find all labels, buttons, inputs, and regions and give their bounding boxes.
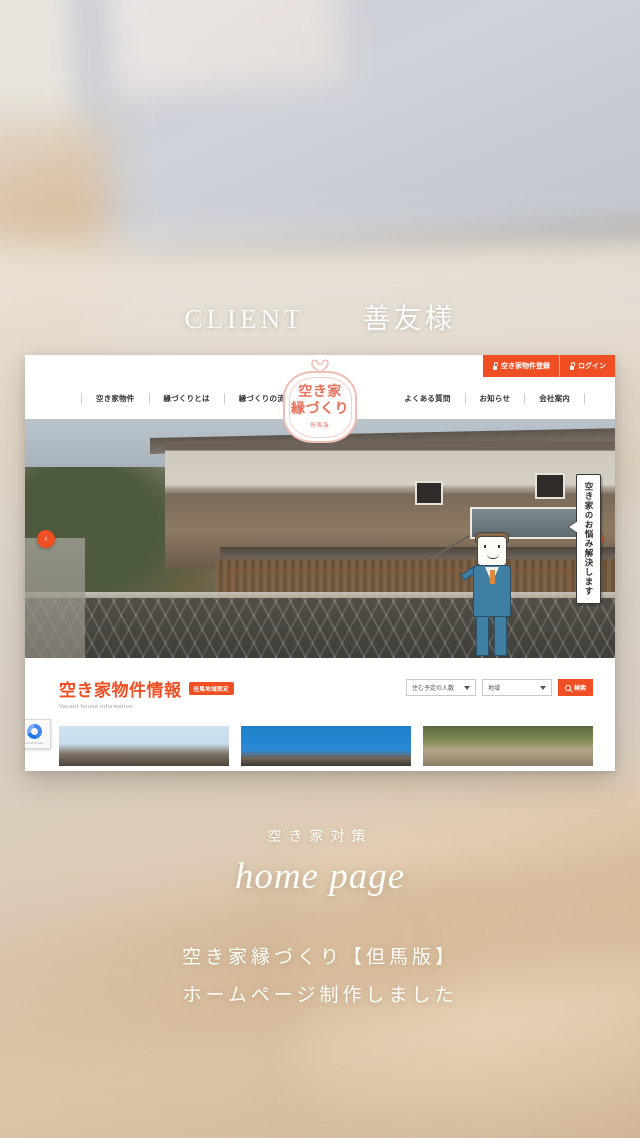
laptop-screen-highlight xyxy=(105,0,345,98)
property-card[interactable] xyxy=(241,726,411,766)
select-occupants[interactable]: 住む予定の人数 xyxy=(405,679,476,696)
property-section: 空き家物件情報 但馬地域限定 Vacant house information … xyxy=(25,658,615,771)
select-region[interactable]: 地域 xyxy=(481,679,552,696)
caption-line-2: ホームページ制作しました xyxy=(182,985,458,1006)
nav-divider xyxy=(584,393,585,404)
hero-road xyxy=(25,538,85,658)
site-logo[interactable]: 空き家 縁づくり 但馬版 xyxy=(283,357,357,443)
search-button[interactable]: 検索 xyxy=(557,679,593,696)
client-label: CLIENT xyxy=(184,304,305,334)
hero-carousel: ‹ › 空き家のお悩み解決します xyxy=(25,419,615,658)
mascot-head xyxy=(477,536,507,566)
property-card[interactable] xyxy=(59,726,229,766)
lock-icon xyxy=(492,362,499,370)
chevron-down-icon xyxy=(463,685,470,690)
property-header-row: 空き家物件情報 但馬地域限定 Vacant house information … xyxy=(59,676,593,710)
hero-window xyxy=(415,481,443,505)
nav-group-left: 空き家物件 縁づくりとは 縁づくりの流れ xyxy=(81,393,307,404)
logo-plate: 空き家 縁づくり 但馬版 xyxy=(283,371,357,443)
chevron-down-icon xyxy=(539,685,546,690)
nav-group-right: よくある質問 お知らせ 会社案内 xyxy=(390,393,585,404)
speech-bubble-text: 空き家のお悩み解決します xyxy=(584,482,594,596)
recaptcha-icon xyxy=(26,723,42,739)
select-region-value: 地域 xyxy=(487,686,500,692)
recaptcha-label: reCAPTCHA xyxy=(25,740,44,745)
login-button[interactable]: ログイン xyxy=(559,355,615,377)
nav-item-news[interactable]: お知らせ xyxy=(466,393,525,404)
speech-bubble-tail xyxy=(569,521,579,533)
nav-item-faq[interactable]: よくある質問 xyxy=(390,393,464,404)
mascot-leg-left xyxy=(476,616,489,656)
caption-script-title: home page xyxy=(234,856,406,897)
speech-bubble: 空き家のお悩み解決します xyxy=(569,474,601,604)
lock-icon xyxy=(569,362,576,370)
property-card[interactable] xyxy=(423,726,593,766)
chevron-left-icon: ‹ xyxy=(44,533,48,543)
select-occupants-value: 住む予定の人数 xyxy=(411,686,454,692)
nav-item-vacant-properties[interactable]: 空き家物件 xyxy=(82,393,149,404)
nav-item-company[interactable]: 会社案内 xyxy=(525,393,584,404)
auth-button-bar: 空き家物件登録 ログイン xyxy=(483,355,615,377)
mascot-eye-right xyxy=(498,545,500,548)
property-title: 空き家物件情報 xyxy=(59,681,182,700)
login-label: ログイン xyxy=(578,363,606,370)
property-card-list xyxy=(59,726,593,766)
site-header: 空き家物件登録 ログイン 空き家物件 縁づくりとは 縁づくりの流れ よくある質問… xyxy=(25,355,615,443)
logo-subtitle: 但馬版 xyxy=(310,422,330,429)
search-button-label: 検索 xyxy=(573,686,586,692)
property-filter-controls: 住む予定の人数 地域 検索 xyxy=(405,676,593,696)
carousel-prev-button[interactable]: ‹ xyxy=(37,529,55,548)
search-icon xyxy=(564,684,571,691)
property-title-row: 空き家物件情報 但馬地域限定 xyxy=(59,676,234,701)
register-property-label: 空き家物件登録 xyxy=(501,363,550,370)
hero-window xyxy=(535,473,565,499)
property-region-badge: 但馬地域限定 xyxy=(188,682,234,695)
logo-line-2: 縁づくり xyxy=(291,401,349,417)
mascot-eye-left xyxy=(484,545,486,548)
mascot-tie xyxy=(490,570,495,584)
mascot-leg-right xyxy=(494,616,507,656)
caption-line-1: 空き家縁づくり【但馬版】 xyxy=(181,947,458,968)
hero-lower-roof xyxy=(220,547,615,559)
client-heading: CLIENT 善友様 xyxy=(0,297,640,337)
client-name: 善友様 xyxy=(362,304,456,335)
property-title-block: 空き家物件情報 但馬地域限定 Vacant house information xyxy=(59,676,234,710)
nav-item-about[interactable]: 縁づくりとは xyxy=(150,393,224,404)
caption-block: 空き家対策 home page 空き家縁づくり【但馬版】 ホームページ制作しまし… xyxy=(0,826,640,1007)
website-screenshot: 空き家物件登録 ログイン 空き家物件 縁づくりとは 縁づくりの流れ よくある質問… xyxy=(25,355,615,771)
recaptcha-badge[interactable]: reCAPTCHA xyxy=(25,719,51,749)
caption-eyebrow: 空き家対策 xyxy=(267,830,373,845)
register-property-button[interactable]: 空き家物件登録 xyxy=(483,355,559,377)
logo-line-1: 空き家 xyxy=(298,384,342,400)
mascot-illustration xyxy=(429,530,533,658)
property-subtitle: Vacant house information xyxy=(59,704,133,710)
